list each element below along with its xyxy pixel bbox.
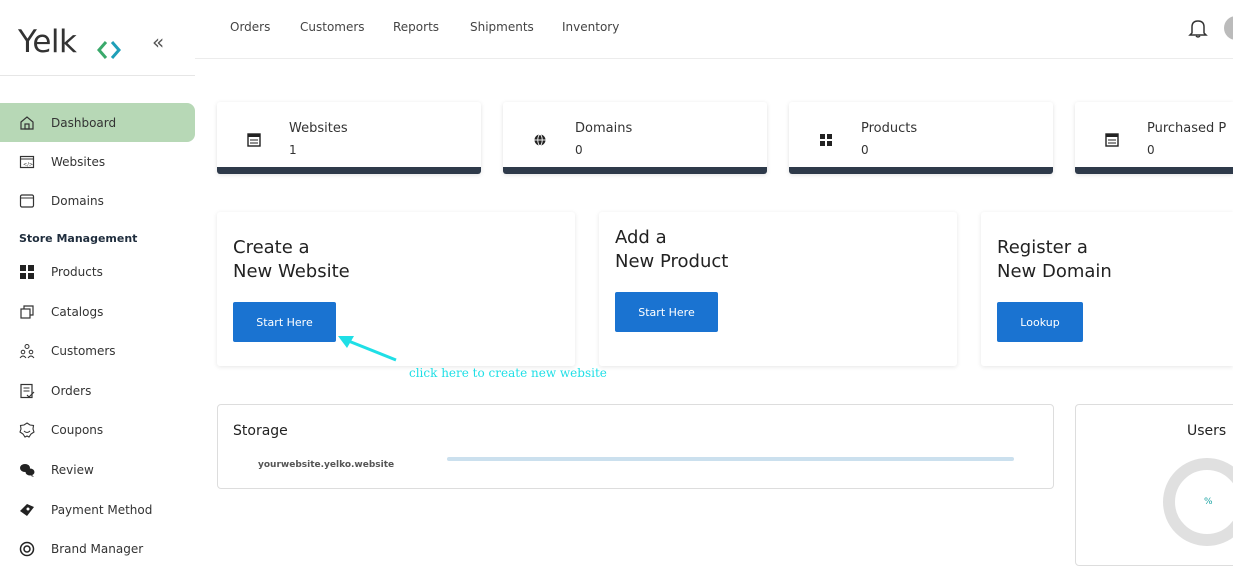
chat-icon [20, 463, 35, 477]
sidebar-item-label: Coupons [51, 422, 104, 437]
top-navigation: Orders Customers Reports Shipments Inven… [195, 0, 1233, 59]
svg-text:</>: </> [23, 162, 33, 168]
coupon-icon [19, 421, 35, 438]
sidebar-item-orders[interactable]: Orders [0, 371, 195, 410]
stat-card-products[interactable]: Products 0 [789, 102, 1053, 174]
sidebar-item-label: Products [51, 264, 103, 279]
brand-name: Yelk [18, 24, 77, 60]
start-here-product-button[interactable]: Start Here [615, 292, 718, 332]
stat-card-websites[interactable]: Websites 1 [217, 102, 481, 174]
sidebar-item-websites[interactable]: </> Websites [0, 142, 195, 181]
sidebar-item-catalogs[interactable]: Catalogs [0, 292, 195, 331]
copy-icon [20, 304, 34, 319]
stat-bar [1075, 167, 1233, 174]
brand-logo[interactable]: Yelk [18, 24, 121, 60]
topnav-reports[interactable]: Reports [393, 20, 439, 34]
storage-title: Storage [233, 423, 288, 439]
stat-value: 1 [289, 143, 297, 157]
topnav-inventory[interactable]: Inventory [562, 20, 619, 34]
globe-icon [534, 134, 546, 146]
sidebar-item-label: Dashboard [51, 115, 117, 130]
users-icon [19, 343, 35, 358]
annotation-arrow-icon [338, 336, 397, 362]
stat-title: Domains [575, 121, 633, 136]
sidebar-item-label: Customers [51, 343, 116, 358]
start-here-website-button[interactable]: Start Here [233, 302, 336, 342]
stat-value: 0 [1147, 143, 1155, 157]
topnav-customers[interactable]: Customers [300, 20, 365, 34]
storage-progress-track [447, 457, 1014, 461]
sidebar-item-label: Brand Manager [51, 541, 144, 556]
sidebar-item-label: Payment Method [51, 502, 153, 517]
stat-card-purchased[interactable]: Purchased P 0 [1075, 102, 1233, 174]
logo-area: Yelk « [0, 0, 195, 76]
stat-title: Websites [289, 121, 348, 136]
stat-bar [503, 167, 767, 174]
grid-icon [820, 134, 832, 146]
sidebar-item-label: Domains [51, 193, 104, 208]
sidebar-item-coupons[interactable]: Coupons [0, 410, 195, 449]
stat-value: 0 [861, 143, 869, 157]
sidebar-item-label: Websites [51, 154, 106, 169]
sidebar-item-products[interactable]: Products [0, 252, 195, 291]
sidebar-item-dashboard[interactable]: Dashboard [0, 103, 195, 142]
action-card-register-domain: Register a New Domain Lookup [981, 212, 1233, 366]
sidebar-item-label: Catalogs [51, 304, 104, 319]
browser-list-icon [1105, 133, 1119, 147]
stat-value: 0 [575, 143, 583, 157]
grid-icon [20, 264, 34, 279]
sidebar-item-label: Orders [51, 383, 92, 398]
logo-chevrons-icon [97, 41, 121, 59]
action-title-line1: Register a [997, 237, 1088, 258]
action-title-line2: New Domain [997, 261, 1112, 282]
topnav-shipments[interactable]: Shipments [470, 20, 534, 34]
browser-list-icon [247, 133, 261, 147]
code-window-icon: </> [19, 155, 35, 168]
home-icon [20, 115, 34, 130]
bell-icon[interactable] [1187, 17, 1209, 39]
action-title-line2: New Website [233, 261, 350, 282]
sidebar-item-payment-method[interactable]: Payment Method [0, 490, 195, 529]
browser-window-icon [19, 193, 35, 208]
order-list-icon [20, 383, 35, 398]
target-icon [19, 541, 35, 556]
annotation-text: click here to create new website [409, 366, 607, 380]
users-percent: % [1204, 497, 1213, 507]
sidebar-item-review[interactable]: Review [0, 450, 195, 489]
sidebar: Yelk « Dashboard </> Websites Domains St… [0, 0, 195, 556]
users-title: Users [1187, 423, 1227, 439]
stat-title: Purchased P [1147, 121, 1227, 136]
sidebar-item-domains[interactable]: Domains [0, 181, 195, 220]
action-title-line1: Add a [615, 227, 667, 248]
stat-bar [217, 167, 481, 174]
collapse-sidebar-icon[interactable]: « [152, 32, 164, 52]
topnav-orders[interactable]: Orders [230, 20, 270, 34]
users-donut-chart [1163, 458, 1233, 546]
action-title-line2: New Product [615, 251, 729, 272]
sidebar-item-brand-manager[interactable]: Brand Manager [0, 529, 195, 568]
stat-title: Products [861, 121, 918, 136]
lookup-button[interactable]: Lookup [997, 302, 1083, 342]
sidebar-item-customers[interactable]: Customers [0, 331, 195, 370]
action-title-line1: Create a [233, 237, 310, 258]
users-panel: Users % [1075, 404, 1233, 566]
stat-card-domains[interactable]: Domains 0 [503, 102, 767, 174]
sidebar-item-label: Review [51, 462, 94, 477]
section-title-store-management: Store Management [19, 232, 138, 245]
payment-icon [20, 503, 34, 516]
stat-bar [789, 167, 1053, 174]
storage-site-label: yourwebsite.yelko.website [258, 460, 395, 470]
action-card-add-product: Add a New Product Start Here [599, 212, 957, 366]
storage-panel: Storage yourwebsite.yelko.website [217, 404, 1054, 489]
